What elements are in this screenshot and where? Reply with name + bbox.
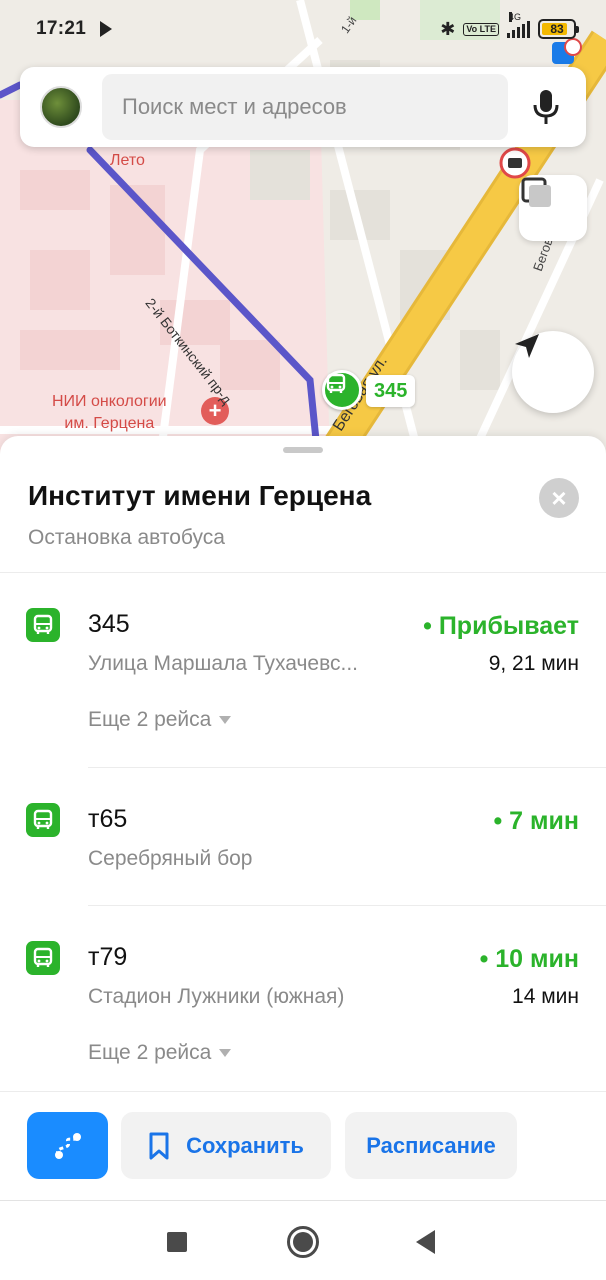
search-bar: Поиск мест и адресов xyxy=(20,67,586,147)
route-destination: Стадион Лужники (южная) xyxy=(88,985,345,1008)
bus-stop-pin[interactable] xyxy=(322,370,362,410)
home-button[interactable] xyxy=(287,1226,319,1258)
stop-info-sheet: Институт имени Герцена Остановка автобус… xyxy=(0,436,606,1200)
route-arrival-status: • 10 мин xyxy=(479,945,579,973)
route-arrival-status: • Прибывает xyxy=(423,612,579,640)
route-row[interactable]: т65 Серебряный бор • 7 мин xyxy=(0,791,606,901)
chevron-down-icon xyxy=(219,1049,232,1057)
map-label-hospital[interactable]: НИИ онкологии им. Герцена xyxy=(52,391,167,435)
status-time: 17:21 xyxy=(36,18,87,39)
bus-icon xyxy=(26,803,60,837)
signal-icon: 4G xyxy=(507,12,530,38)
save-label: Сохранить xyxy=(186,1132,304,1158)
battery-level: 83 xyxy=(550,22,564,36)
bookmark-icon xyxy=(149,1132,169,1159)
stop-route-tag: 345 xyxy=(366,375,416,407)
chevron-down-icon xyxy=(219,716,232,724)
search-input[interactable]: Поиск мест и адресов xyxy=(102,74,508,140)
microphone-icon xyxy=(533,90,559,124)
schedule-label: Расписание xyxy=(366,1132,496,1158)
recent-apps-button[interactable] xyxy=(167,1232,187,1252)
stop-subtitle: Остановка автобуса xyxy=(28,526,225,549)
route-number: т65 xyxy=(88,805,128,833)
route-destination: Серебряный бор xyxy=(88,847,253,870)
close-button[interactable]: × xyxy=(539,478,579,518)
avatar[interactable] xyxy=(40,86,82,128)
route-button[interactable] xyxy=(27,1112,108,1179)
layers-icon xyxy=(521,177,551,207)
route-arrival-status: • 7 мин xyxy=(493,807,579,835)
stop-title: Институт имени Герцена xyxy=(28,480,372,511)
system-nav-bar xyxy=(0,1200,606,1280)
more-trips-label: Еще 2 рейса xyxy=(88,1041,212,1064)
volte-icon: Vo LTE xyxy=(463,22,499,36)
save-button[interactable]: Сохранить xyxy=(121,1112,331,1179)
divider xyxy=(88,767,606,768)
route-row[interactable]: 345 Улица Маршала Тухачевс... • Прибывае… xyxy=(0,596,606,766)
map-label-hospital-line1: НИИ онкологии xyxy=(52,393,167,410)
sheet-drag-handle[interactable] xyxy=(283,447,323,453)
divider xyxy=(88,905,606,906)
divider xyxy=(0,572,606,573)
route-row[interactable]: т79 Стадион Лужники (южная) • 10 мин 14 … xyxy=(0,929,606,1099)
back-button[interactable] xyxy=(416,1230,435,1254)
map-label-leto: Лето xyxy=(110,152,145,169)
route-destination: Улица Маршала Тухачевс... xyxy=(88,652,359,675)
route-number: т79 xyxy=(88,943,128,971)
bus-icon xyxy=(326,373,346,393)
map-label-hospital-line2: им. Герцена xyxy=(64,415,155,432)
bluetooth-icon: ✱ xyxy=(440,18,456,39)
navigation-arrow-icon xyxy=(515,334,539,358)
action-bar: Сохранить Расписание xyxy=(0,1112,606,1180)
more-trips-label: Еще 2 рейса xyxy=(88,708,212,731)
route-number: 345 xyxy=(88,610,130,638)
more-trips-button[interactable]: Еще 2 рейса xyxy=(88,708,232,732)
status-bar: 17:21 ✱ Vo LTE 4G 83 xyxy=(0,0,606,58)
route-next-arrivals: 9, 21 мин xyxy=(488,652,579,675)
route-icon xyxy=(54,1132,81,1159)
bus-icon xyxy=(26,608,60,642)
route-next-arrivals: 14 мин xyxy=(512,985,579,1008)
layers-button[interactable] xyxy=(519,175,587,241)
battery-icon: 83 xyxy=(538,19,579,39)
my-location-button[interactable] xyxy=(512,331,594,413)
status-icons: ✱ Vo LTE 4G 83 xyxy=(440,12,579,40)
divider xyxy=(0,1091,606,1092)
more-trips-button[interactable]: Еще 2 рейса xyxy=(88,1041,232,1065)
bus-icon xyxy=(26,941,60,975)
media-play-icon xyxy=(100,21,113,37)
schedule-button[interactable]: Расписание xyxy=(345,1112,517,1179)
close-icon: × xyxy=(551,483,567,513)
microphone-button[interactable] xyxy=(520,81,572,133)
network-type: 4G xyxy=(509,12,522,22)
